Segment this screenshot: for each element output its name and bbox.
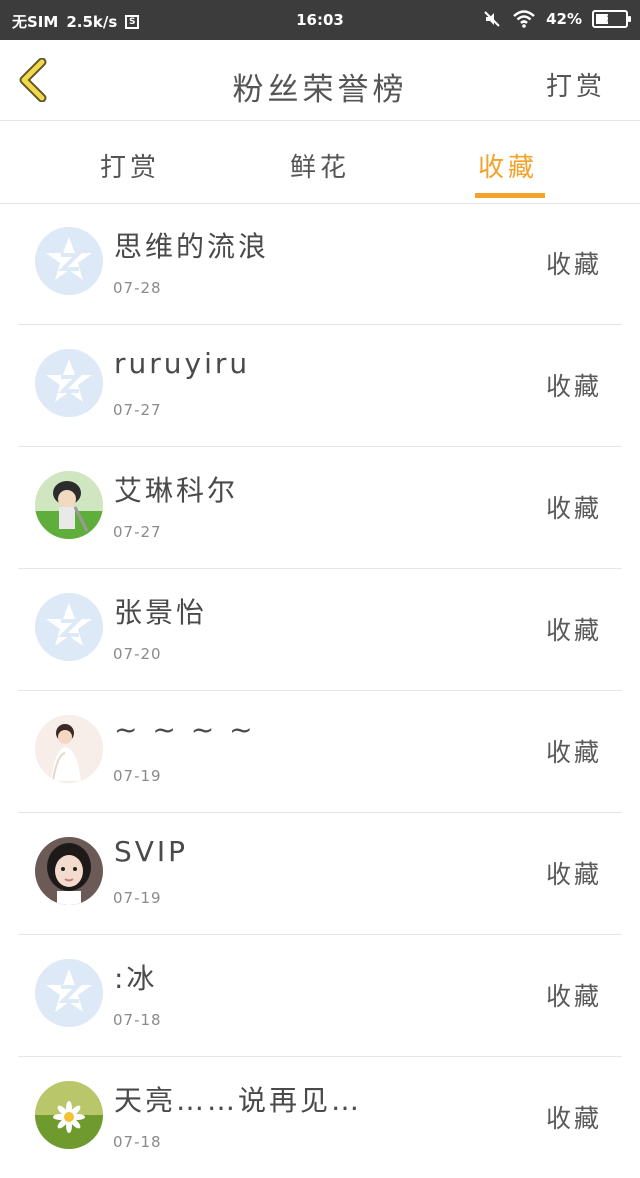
page-title: 粉丝荣誉榜 [232,72,408,108]
favorite-action-label: 收藏 [545,372,602,401]
fan-date: 07-18 [113,1011,162,1029]
active-tab-indicator [475,193,545,198]
fan-date: 07-28 [113,279,162,297]
favorite-action-label: 收藏 [545,860,602,889]
anime-character-avatar [35,471,103,539]
favorite-action-label: 收藏 [545,982,602,1011]
daisy-photo-avatar [35,1081,103,1149]
fan-date: 07-19 [113,889,162,907]
list-item[interactable]: 艾琳科尔 07-27 收藏 [18,447,622,569]
list-item[interactable]: ruruyiru 07-27 收藏 [18,325,622,447]
fan-name: :冰 [114,962,158,995]
fan-date: 07-27 [113,401,162,419]
list-item[interactable]: SVIP 07-19 收藏 [18,813,622,935]
fan-list: 思维的流浪 07-28 收藏 ruruyiru 07-27 收藏 艾琳科尔 07… [18,203,622,1178]
default-avatar-icon [35,593,103,661]
girl-photo-avatar [35,837,103,905]
fan-name: 天亮……说再见… [114,1084,363,1117]
fan-date: 07-19 [113,767,162,785]
default-avatar-icon [35,227,103,295]
app-header: 粉丝荣誉榜 打赏 [0,40,640,121]
default-avatar-icon [35,349,103,417]
fan-name: ~ ~ ~ ~ [114,713,256,746]
battery-percent: 42% [546,10,582,28]
fan-name: 张景怡 [114,596,208,629]
favorite-action-label: 收藏 [545,494,602,523]
girl-photo-avatar [35,715,103,783]
default-avatar-icon [35,959,103,1027]
favorite-action-label: 收藏 [545,1104,602,1133]
tab-flowers[interactable]: 鲜花 [290,147,350,184]
battery-icon: ⚡ [592,10,631,28]
favorite-action-label: 收藏 [545,616,602,645]
favorite-action-label: 收藏 [545,738,602,767]
fan-date: 07-18 [113,1133,162,1151]
list-item[interactable]: 天亮……说再见… 07-18 收藏 [18,1057,622,1178]
favorite-action-label: 收藏 [545,250,602,279]
fan-name: 艾琳科尔 [114,474,239,507]
status-bar: 无SIM 2.5k/s S 16:03 42% ⚡ [0,0,640,40]
fan-name: 思维的流浪 [114,230,270,263]
wifi-icon [513,10,535,28]
fan-date: 07-20 [113,645,162,663]
list-item[interactable]: 思维的流浪 07-28 收藏 [18,203,622,325]
list-item[interactable]: ~ ~ ~ ~ 07-19 收藏 [18,691,622,813]
list-item[interactable]: 张景怡 07-20 收藏 [18,569,622,691]
mute-icon [484,11,500,27]
tab-reward[interactable]: 打赏 [100,147,160,184]
fan-name: ruruyiru [114,347,251,380]
list-item[interactable]: :冰 07-18 收藏 [18,935,622,1057]
fan-name: SVIP [114,835,189,868]
fan-date: 07-27 [113,523,162,541]
reward-button[interactable]: 打赏 [546,66,606,103]
tab-favorites[interactable]: 收藏 [478,147,538,184]
tab-bar: 打赏 鲜花 收藏 [0,121,640,204]
